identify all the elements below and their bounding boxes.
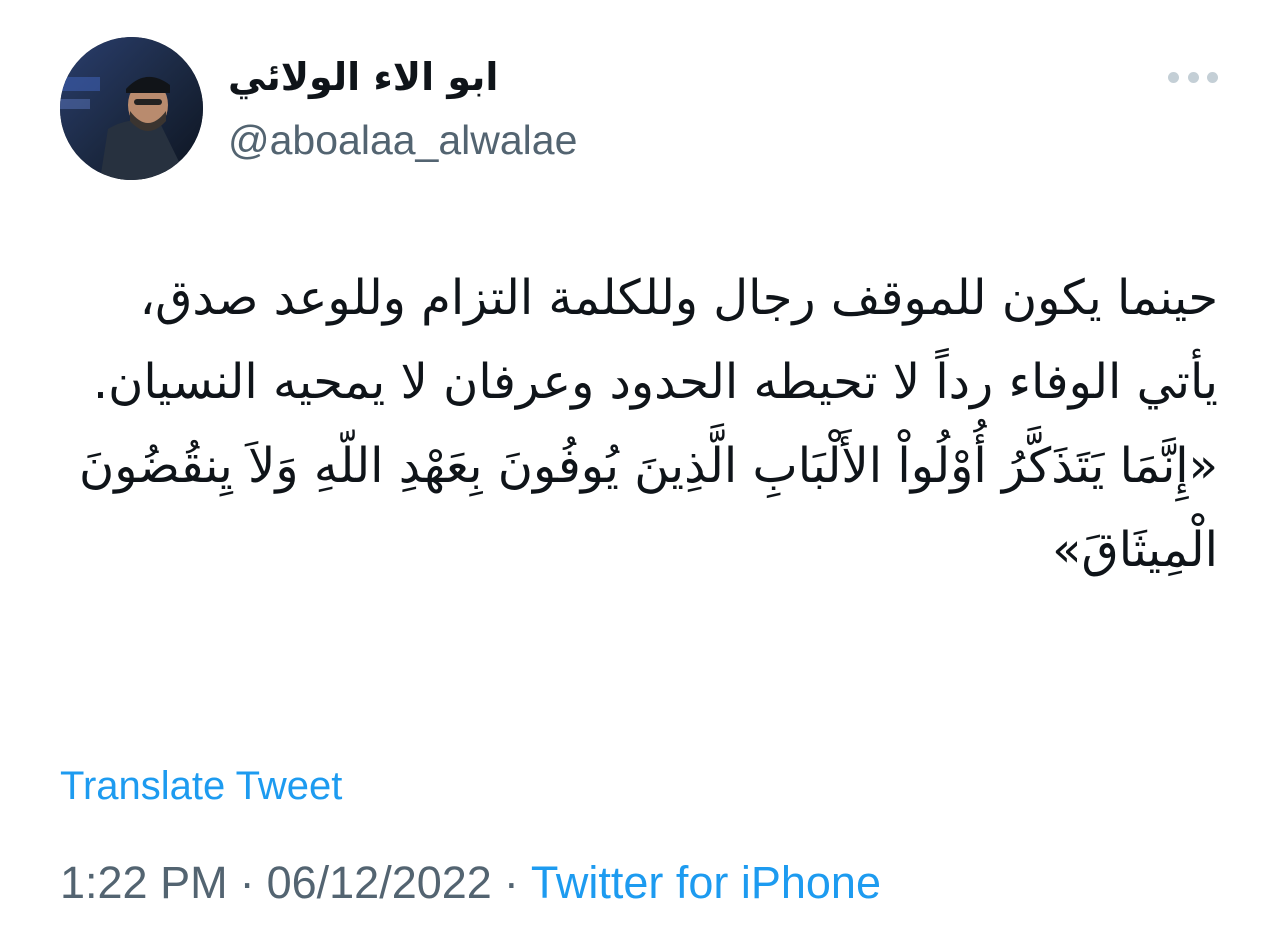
avatar[interactable] — [60, 37, 203, 180]
more-options-icon[interactable] — [1168, 62, 1218, 92]
dot — [1168, 71, 1179, 83]
tweet-quote: «إِنَّمَا يَتَذَكَّرُ أُوْلُواْ الأَلْبَ… — [78, 438, 1218, 578]
meta-separator: · — [239, 857, 255, 908]
tweet-time[interactable]: 1:22 PM — [60, 857, 228, 908]
dot — [1207, 71, 1218, 83]
tweet-text: حينما يكون للموقف رجال وللكلمة التزام ول… — [58, 256, 1218, 592]
tweet-paragraph: حينما يكون للموقف رجال وللكلمة التزام ول… — [92, 270, 1218, 410]
author-display-name[interactable]: ابو الاء الولائي — [228, 52, 498, 102]
tweet-date[interactable]: 06/12/2022 — [267, 857, 492, 908]
tweet-meta: 1:22 PM · 06/12/2022 · Twitter for iPhone — [60, 855, 881, 911]
dot — [1187, 71, 1199, 83]
translate-tweet-link[interactable]: Translate Tweet — [60, 762, 342, 810]
profile-photo-icon — [60, 37, 203, 180]
meta-separator: · — [503, 857, 519, 908]
tweet-source-link[interactable]: Twitter for iPhone — [531, 857, 881, 908]
tweet: ابو الاء الولائي @aboalaa_alwalae حينما … — [0, 0, 1280, 941]
author-handle[interactable]: @aboalaa_alwalae — [228, 114, 577, 166]
